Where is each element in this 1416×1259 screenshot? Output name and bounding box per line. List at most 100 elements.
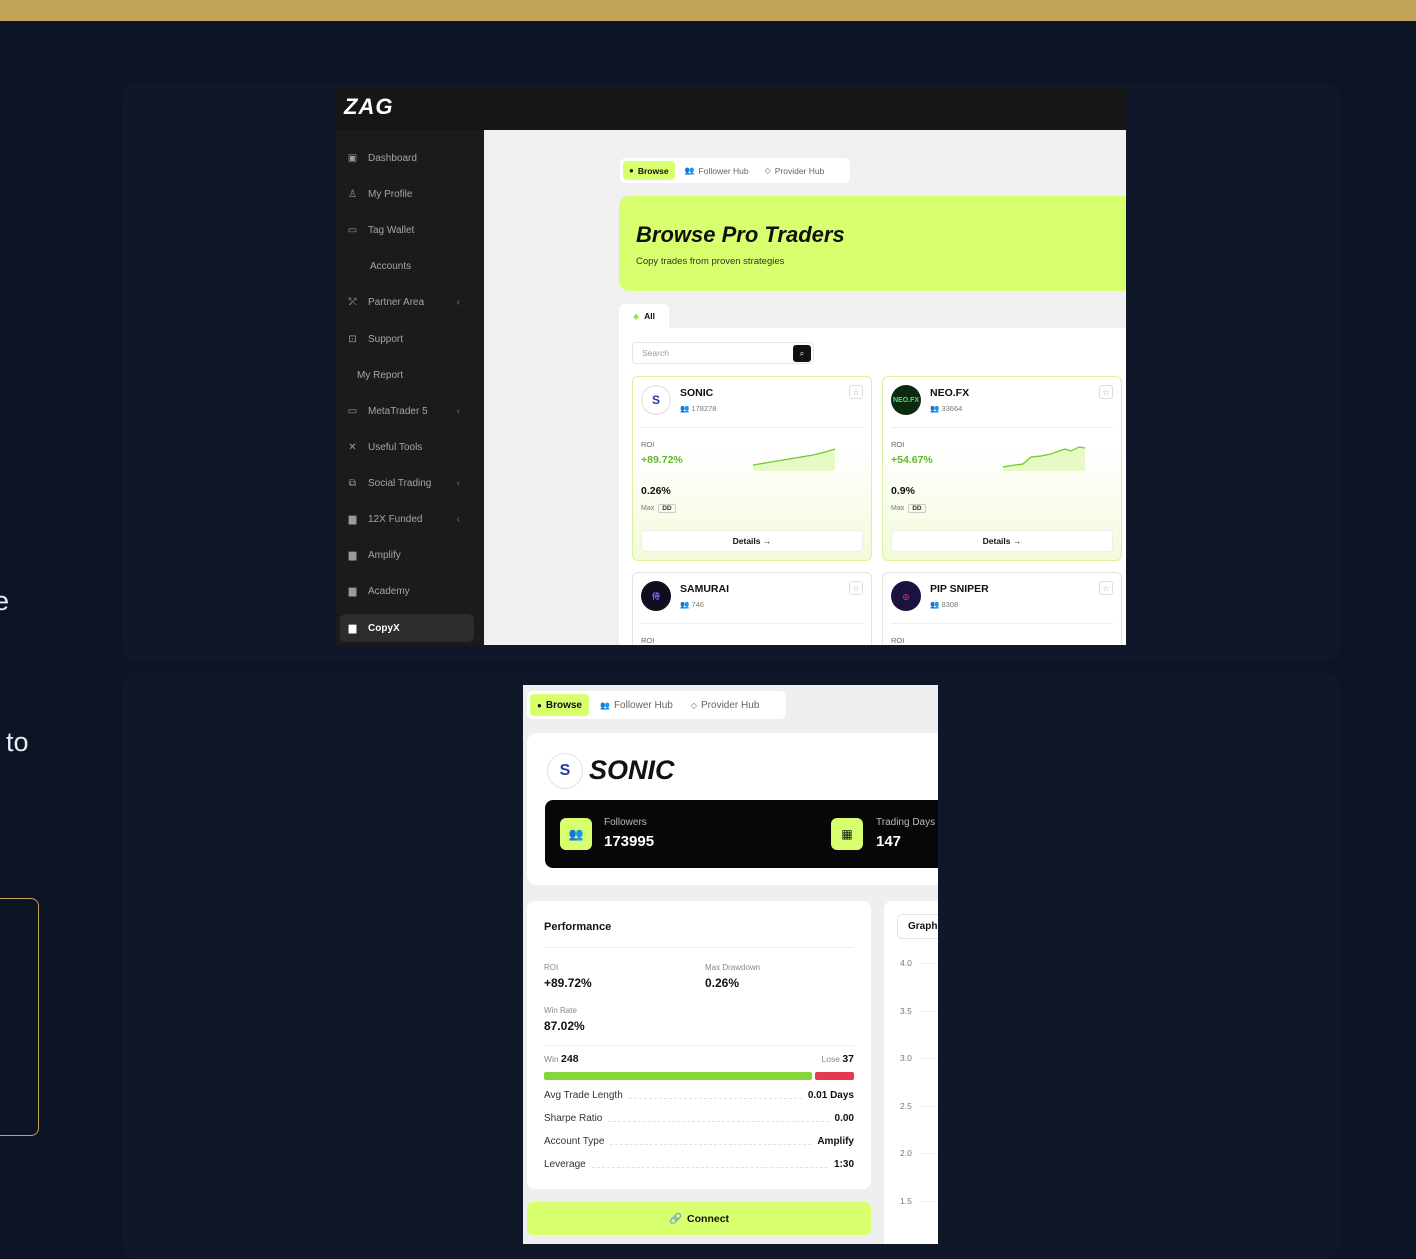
search-icon: ● (629, 166, 634, 175)
follower-value: 33664 (941, 404, 963, 413)
detail-row: Leverage 1:30 (544, 1157, 854, 1171)
followers-value: 173995 (604, 833, 655, 850)
gridline (920, 1058, 938, 1059)
detail-row: Account Type Amplify (544, 1134, 854, 1148)
tab-label: Provider Hub (701, 699, 760, 711)
sidebar-item-accounts[interactable]: Accounts (340, 253, 474, 279)
details-label: Details (732, 536, 761, 546)
ticket-icon: ⊡ (348, 333, 357, 345)
search-button[interactable]: ⌕ (793, 345, 811, 362)
page-title: SONIC (589, 755, 675, 785)
copy-icon: ⧉ (348, 477, 357, 489)
filter-label: All (644, 311, 656, 321)
sidebar-item-metatrader-5[interactable]: ▭ MetaTrader 5 ‹ (340, 398, 474, 424)
tools-icon: ✕ (348, 441, 357, 453)
sidebar-item-label: My Report (357, 369, 404, 381)
trader-detail-screenshot: ● Browse 👥 Follower Hub ◇ Provider Hub S… (523, 685, 938, 1244)
search-input[interactable]: Search ⌕ (632, 342, 814, 364)
detail-row-label: Avg Trade Length (544, 1089, 623, 1101)
performance-heading: Performance (544, 921, 612, 933)
sidebar-item-useful-tools[interactable]: ✕ Useful Tools (340, 434, 474, 460)
sidebar-item-academy[interactable]: ▆ Academy (340, 578, 474, 604)
connect-button[interactable]: 🔗 Connect (527, 1202, 871, 1235)
star-icon[interactable]: ☆ (849, 581, 863, 595)
tab-provider-hub[interactable]: ◇ Provider Hub (684, 694, 767, 716)
avatar: S (547, 753, 583, 789)
tab-follower-hub[interactable]: 👥 Follower Hub (593, 694, 680, 716)
users-icon: 👥 (684, 166, 695, 175)
follower-count: 👥 746 (680, 600, 704, 609)
follower-count: 👥 8308 (930, 600, 958, 609)
browse-screenshot: ZAG ▣ Dashboard ♙ My Profile ▭ Tag Walle… (336, 88, 1126, 645)
tab-follower-hub[interactable]: 👥 Follower Hub (679, 161, 755, 180)
win-rate-label: Win Rate (544, 1006, 577, 1015)
follower-count: 👥 33664 (930, 404, 962, 413)
diamond-icon: ◇ (690, 700, 698, 710)
trader-card-neo-fx[interactable]: NEO.FX NEO.FX 👥 33664 ☆ ROI +54.67% 0.9%… (882, 376, 1122, 561)
users-icon: 👥 (930, 600, 942, 609)
cropped-text-fragment: to (6, 727, 29, 757)
max-label: Max (891, 505, 905, 512)
roi-sparkline (1002, 446, 1086, 471)
sidebar-item-copyx[interactable]: ▆ CopyX (340, 614, 474, 642)
chevron-left-icon: ‹ (456, 477, 460, 489)
sidebar: ▣ Dashboard ♙ My Profile ▭ Tag Wallet Ac… (336, 130, 484, 645)
win-label: Win (544, 1054, 559, 1064)
divider (641, 427, 863, 428)
trader-header-card: S SONIC 👥 Followers 173995 ▦ Trading Day… (527, 733, 938, 885)
sidebar-item-label: Support (368, 333, 404, 345)
trader-card-samurai[interactable]: 侍 SAMURAI 👥 746 ☆ ROI (632, 572, 872, 645)
tab-provider-hub[interactable]: ◇ Provider Hub (759, 161, 831, 180)
win-rate-value: 87.02% (544, 1019, 585, 1033)
star-icon[interactable]: ☆ (1099, 385, 1113, 399)
sidebar-item-social-trading[interactable]: ⧉ Social Trading ‹ (340, 470, 474, 496)
star-icon[interactable]: ☆ (1099, 581, 1113, 595)
gridline (920, 1011, 938, 1012)
bar-chart-icon: ▆ (348, 585, 357, 597)
sidebar-item-label: MetaTrader 5 (368, 405, 428, 417)
users-icon: 👥 (599, 700, 610, 710)
roi-sparkline (752, 448, 836, 471)
app-topbar: ZAG (336, 88, 1126, 130)
app-logo: ZAG (344, 94, 394, 119)
gridline (920, 1106, 938, 1107)
top-accent-bar (0, 0, 1416, 21)
detail-row-value: Amplify (817, 1135, 854, 1147)
roi-value: +54.67% (891, 454, 933, 466)
trader-card-sonic[interactable]: S SONIC 👥 178278 ☆ ROI +89.72% 0.26% Max… (632, 376, 872, 561)
star-icon[interactable]: ☆ (849, 385, 863, 399)
y-tick-label: 1.5 (900, 1196, 912, 1206)
max-drawdown-value: 0.26% (705, 976, 740, 990)
sidebar-item-label: 12X Funded (368, 513, 423, 525)
follower-value: 8308 (941, 600, 959, 609)
sidebar-item-dashboard[interactable]: ▣ Dashboard (340, 145, 474, 171)
trader-card-pip-sniper[interactable]: ◎ PIP SNIPER 👥 8308 ☆ ROI (882, 572, 1122, 645)
roi-value: +89.72% (544, 976, 592, 990)
tab-graph[interactable]: Graph (897, 914, 938, 939)
details-button[interactable]: Details → (641, 530, 863, 552)
details-button[interactable]: Details → (891, 530, 1113, 552)
tab-browse[interactable]: ● Browse (623, 161, 675, 180)
filter-tab-all[interactable]: ◆ All (619, 304, 669, 328)
sidebar-item-label: Accounts (370, 260, 412, 272)
drawdown-value: 0.9% (891, 485, 915, 497)
hub-tabs: ● Browse 👥 Follower Hub ◇ Provider Hub (527, 691, 786, 719)
sidebar-item-12x-funded[interactable]: ▆ 12X Funded ‹ (340, 506, 474, 532)
sidebar-item-partner-area[interactable]: ⤱ Partner Area ‹ (340, 289, 474, 315)
tab-label: Follower Hub (613, 699, 673, 711)
roi-label: ROI (641, 636, 655, 645)
sidebar-item-label: Dashboard (368, 152, 417, 164)
sidebar-item-amplify[interactable]: ▆ Amplify (340, 542, 474, 568)
sidebar-item-my-profile[interactable]: ♙ My Profile (340, 181, 474, 207)
win-value: 248 (561, 1053, 579, 1065)
connect-label: Connect (687, 1212, 730, 1225)
sidebar-item-support[interactable]: ⊡ Support (340, 326, 474, 352)
tab-browse[interactable]: ● Browse (530, 694, 589, 716)
y-tick-label: 2.0 (900, 1148, 912, 1158)
link-icon: 🔗 (668, 1213, 683, 1225)
follower-value: 746 (691, 600, 704, 609)
avatar: NEO.FX (891, 385, 921, 415)
sidebar-item-tag-wallet[interactable]: ▭ Tag Wallet (340, 217, 474, 243)
user-icon: ♙ (348, 188, 357, 200)
sidebar-item-my-report[interactable]: My Report (340, 362, 474, 388)
